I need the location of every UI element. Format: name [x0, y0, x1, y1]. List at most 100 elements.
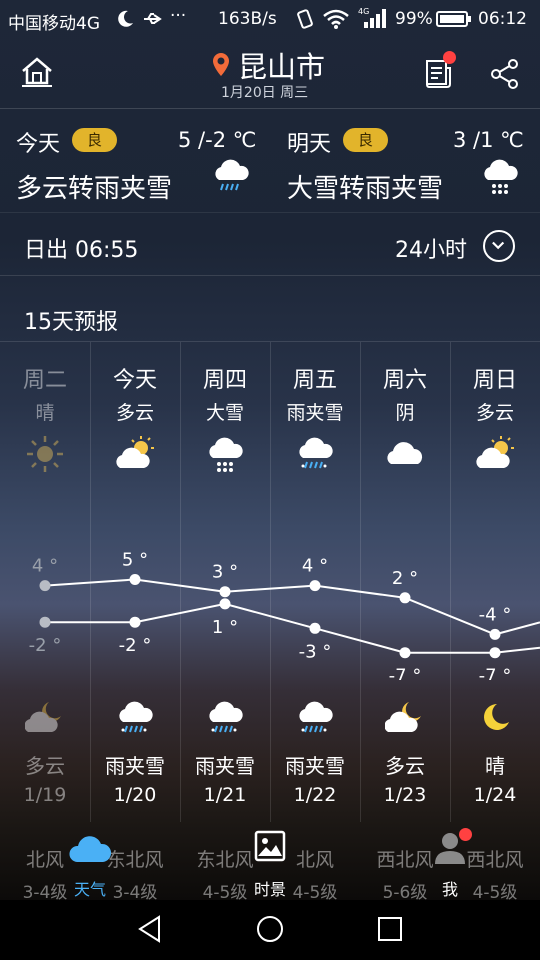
system-nav-bar [0, 900, 540, 960]
high-temp-label: 3 ° [212, 562, 238, 583]
low-temp-label: -2 ° [119, 635, 152, 656]
divider [0, 212, 540, 213]
network-speed: 163B/s [218, 9, 277, 29]
forecast-day-condition: 多云 [475, 402, 514, 424]
signal-icon: 4G [358, 7, 386, 28]
low-temp-label: -7 ° [389, 666, 422, 680]
partly-cloudy-icon [475, 434, 515, 478]
wifi-icon [323, 9, 349, 29]
forecast-date: 1/20 [113, 784, 157, 806]
sleet-icon [115, 698, 155, 742]
more-icon: ··· [170, 6, 187, 26]
high-temp-label: 4 ° [302, 556, 328, 577]
high-temp-label: -4 ° [479, 604, 512, 625]
forecast-date: 1/22 [293, 784, 337, 806]
sleet-icon [205, 698, 245, 742]
low-temp-point [219, 598, 231, 610]
me-notification-dot [459, 828, 472, 841]
high-temp-point [129, 574, 141, 585]
location-pin-icon [213, 53, 229, 76]
chevron-down-icon[interactable] [483, 230, 515, 262]
temperature-chart: 4 °5 °3 °4 °2 °-4 °-2 °-2 °1 °-3 °-7 °-7… [29, 550, 540, 680]
tomorrow-condition: 大雪转雨夹雪 [287, 174, 444, 204]
low-temp-point [399, 647, 411, 659]
header-divider [0, 108, 540, 109]
vibrate-icon [297, 9, 313, 29]
low-temp-label: -3 ° [299, 641, 332, 662]
high-temp-point [309, 580, 321, 592]
home-nav-icon[interactable] [255, 914, 285, 944]
sleet-icon [295, 434, 335, 478]
forecast-night-condition: 晴 [485, 754, 505, 778]
high-temp-point [489, 628, 501, 640]
moon-icon [475, 698, 515, 742]
carrier-label: 中国移动4G [8, 14, 100, 34]
forecast-day-condition: 晴 [35, 402, 55, 424]
low-temp-label: -7 ° [479, 666, 512, 680]
cloudy-icon [385, 434, 425, 478]
low-temp-point [309, 622, 321, 634]
forecast-night-condition: 雨夹雪 [285, 754, 345, 778]
news-notification-dot [443, 51, 456, 64]
forecast-day-condition: 多云 [115, 402, 154, 424]
partly-cloudy-icon [115, 434, 155, 478]
forecast-night-condition: 多云 [25, 754, 65, 778]
forecast-weekday: 今天 [112, 368, 157, 393]
low-temp-point [129, 616, 141, 628]
today-condition: 多云转雨夹雪 [16, 174, 173, 204]
heavy-snow-icon [484, 159, 518, 194]
battery-icon [436, 11, 471, 27]
today-temp: 5 /-2 ℃ [178, 128, 257, 152]
sleet-icon [295, 698, 335, 742]
high-temp-line [44, 578, 540, 636]
tomorrow-label: 明天 [287, 132, 332, 157]
divider [0, 275, 540, 276]
high-temp-label: 2 ° [392, 568, 418, 589]
tab-me-label: 我 [441, 880, 458, 899]
sleet-icon [215, 159, 249, 191]
sunrise-time: 日出 06:55 [24, 238, 139, 263]
home-icon[interactable] [20, 56, 54, 88]
back-icon[interactable] [135, 914, 165, 944]
share-icon[interactable] [490, 58, 520, 90]
svg-text:4G: 4G [358, 7, 369, 16]
recents-icon[interactable] [375, 914, 405, 944]
moon-icon [118, 10, 133, 27]
forecast-weekday: 周五 [292, 368, 337, 393]
forecast-night-condition: 雨夹雪 [105, 754, 165, 778]
cloud-icon [69, 836, 111, 862]
forecast-night-condition: 多云 [385, 754, 425, 778]
photo-icon [254, 830, 286, 862]
low-temp-point [489, 647, 501, 659]
forecast-date: 1/21 [203, 784, 247, 806]
forecast-day-condition: 阴 [395, 402, 415, 424]
forecast-date: 1/24 [473, 784, 517, 806]
tab-weather-label: 天气 [73, 880, 106, 899]
heavy-snow-icon [205, 434, 245, 480]
tomorrow-temp: 3 /1 ℃ [453, 128, 524, 152]
clock: 06:12 [478, 9, 527, 29]
forecast-day-condition: 大雪 [205, 402, 244, 424]
sunny-icon [25, 434, 65, 478]
tomorrow-aqi-badge: 良 [343, 128, 388, 152]
header-date: 1月20日 周三 [221, 85, 309, 101]
high-temp-label: 5 ° [122, 550, 148, 571]
city-name[interactable]: 昆山市 [238, 44, 325, 86]
forecast-weekday: 周四 [202, 368, 247, 393]
forecast-date: 1/19 [23, 784, 67, 806]
tab-scenery-label: 时景 [253, 880, 286, 899]
today-aqi-badge: 良 [72, 128, 117, 152]
low-temp-label: 1 ° [212, 617, 238, 638]
high-temp-point [399, 592, 411, 604]
usb-icon [144, 13, 162, 24]
moon-cloud-icon [384, 698, 425, 742]
hours24-label[interactable]: 24小时 [395, 232, 467, 264]
battery-percent: 99% [395, 9, 433, 29]
forecast-night-condition: 雨夹雪 [195, 754, 255, 778]
forecast-weekday: 周六 [382, 368, 427, 393]
forecast-date: 1/23 [383, 784, 427, 806]
high-temp-point [219, 586, 231, 598]
today-label: 今天 [16, 132, 61, 157]
forecast-weekday: 周日 [472, 368, 517, 393]
moon-cloud-icon [24, 698, 65, 742]
